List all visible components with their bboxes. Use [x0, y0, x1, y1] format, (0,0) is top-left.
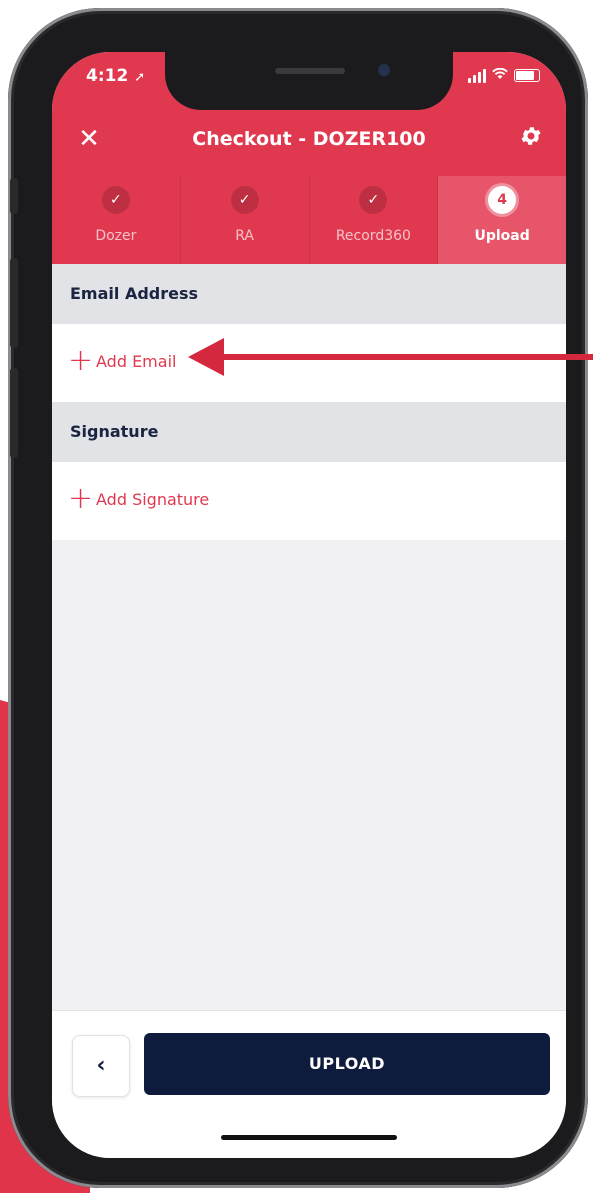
wifi-icon — [492, 67, 508, 83]
check-icon: ✓ — [359, 186, 388, 214]
signal-icon — [468, 68, 486, 83]
phone-frame: 4:12 ➚ ✕ Checkout - DOZER100 ✓ Dozer ✓ R… — [8, 8, 588, 1188]
status-icons — [468, 67, 540, 83]
volume-down-button — [10, 368, 18, 458]
camera — [378, 64, 390, 76]
back-button[interactable]: ‹ — [72, 1035, 130, 1097]
check-icon: ✓ — [101, 186, 130, 214]
upload-button[interactable]: UPLOAD — [144, 1033, 550, 1095]
step-record360[interactable]: ✓ Record360 — [310, 176, 439, 264]
section-title: Signature — [70, 422, 159, 441]
status-time: 4:12 ➚ — [86, 66, 146, 86]
step-label: Dozer — [95, 228, 137, 244]
step-upload[interactable]: 4 Upload — [438, 176, 566, 264]
plus-icon: + — [68, 481, 94, 516]
speaker — [275, 68, 345, 74]
page-title: Checkout - DOZER100 — [192, 128, 426, 150]
step-label: Upload — [474, 228, 530, 244]
add-signature-button[interactable]: Add Signature — [96, 490, 209, 509]
step-number-badge: 4 — [488, 186, 517, 214]
signature-section-header: Signature — [52, 402, 566, 462]
step-ra[interactable]: ✓ RA — [181, 176, 310, 264]
volume-up-button — [10, 258, 18, 348]
notch — [165, 52, 453, 110]
step-label: Record360 — [335, 228, 411, 244]
step-label: RA — [235, 228, 254, 244]
home-indicator — [221, 1135, 397, 1140]
app-header: 4:12 ➚ ✕ Checkout - DOZER100 ✓ Dozer ✓ R… — [52, 52, 566, 264]
check-icon: ✓ — [230, 186, 259, 214]
app-screen: 4:12 ➚ ✕ Checkout - DOZER100 ✓ Dozer ✓ R… — [52, 52, 566, 1158]
add-email-row[interactable]: + Add Email — [52, 324, 566, 402]
chevron-left-icon: ‹ — [96, 1053, 106, 1078]
section-title: Email Address — [70, 284, 199, 303]
email-section-header: Email Address — [52, 264, 566, 324]
battery-icon — [514, 69, 540, 82]
bottom-action-bar: ‹ UPLOAD — [52, 1010, 566, 1158]
plus-icon: + — [68, 343, 94, 378]
mute-switch — [10, 178, 18, 214]
add-signature-row[interactable]: + Add Signature — [52, 462, 566, 540]
gear-icon[interactable] — [516, 124, 546, 154]
title-bar: ✕ Checkout - DOZER100 — [52, 122, 566, 158]
add-email-button[interactable]: Add Email — [96, 352, 176, 371]
step-tabs: ✓ Dozer ✓ RA ✓ Record360 4 Upload — [52, 176, 566, 264]
step-dozer[interactable]: ✓ Dozer — [52, 176, 181, 264]
